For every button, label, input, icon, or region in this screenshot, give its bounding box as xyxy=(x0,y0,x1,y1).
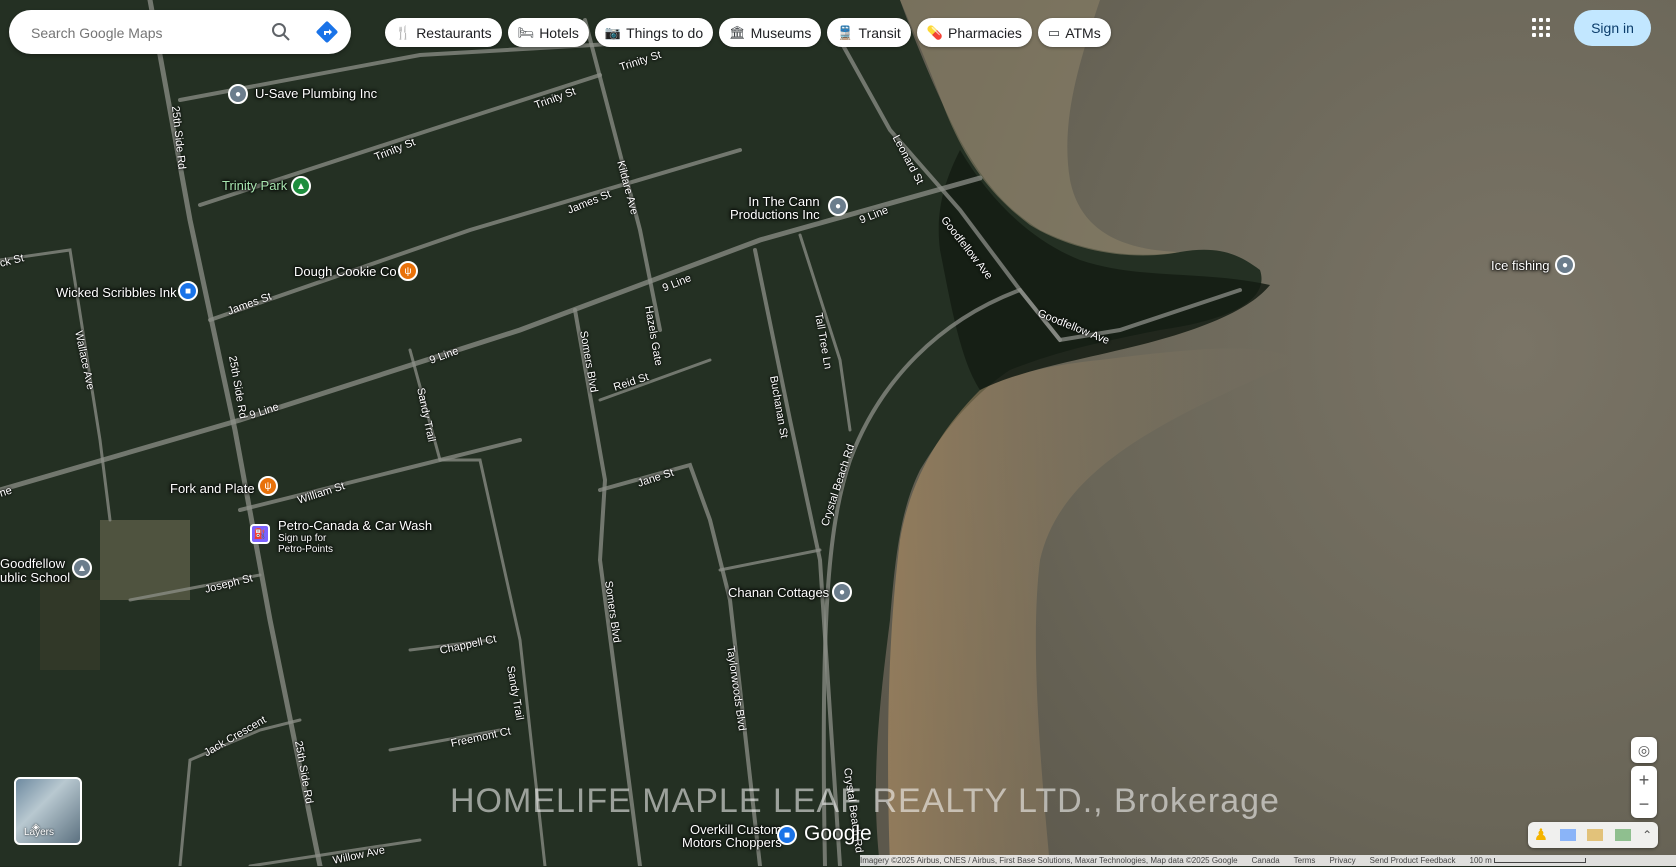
place-label[interactable]: Goodfellow ublic School xyxy=(0,557,70,585)
place-label[interactable]: In The Cann Productions Inc xyxy=(730,195,820,221)
chip-label: Restaurants xyxy=(416,24,492,41)
pharmacy-icon: 💊 xyxy=(926,24,943,40)
sign-in-button[interactable]: Sign in xyxy=(1574,10,1651,46)
zoom-in-button[interactable]: + xyxy=(1639,768,1650,792)
restaurant-icon: 🍴 xyxy=(395,24,412,40)
search-box[interactable] xyxy=(9,10,351,56)
search-input[interactable] xyxy=(29,10,263,56)
layers-icon: ◈ xyxy=(32,822,40,833)
clearing xyxy=(40,580,100,670)
place-label[interactable]: Overkill Custom Motors Choppers xyxy=(682,823,782,849)
place-label[interactable]: Fork and Plate xyxy=(170,481,255,496)
place-sublabel: Sign up for Petro-Points xyxy=(278,533,334,555)
google-logo: Google xyxy=(804,822,872,845)
chip-label: Things to do xyxy=(626,24,704,41)
privacy-link[interactable]: Privacy xyxy=(1329,856,1355,865)
place-marker-icon[interactable]: ● xyxy=(828,196,848,216)
place-marker-icon[interactable]: ● xyxy=(832,582,852,602)
chip-label: Hotels xyxy=(539,24,579,41)
park-icon[interactable]: ▲ xyxy=(291,176,311,196)
shopping-bag-icon[interactable]: ■ xyxy=(178,281,198,301)
terrain-thumb-icon[interactable] xyxy=(1587,829,1604,841)
chip-things-to-do[interactable]: 📷 Things to do xyxy=(594,18,714,47)
scale-label: 100 m xyxy=(1469,856,1492,865)
chip-atms[interactable]: ▭ ATMs xyxy=(1037,18,1111,47)
place-marker-icon[interactable]: ● xyxy=(228,84,248,104)
feedback-link[interactable]: Send Product Feedback xyxy=(1370,856,1456,865)
layers-label: ◈ Layers xyxy=(24,822,54,838)
chip-label: ATMs xyxy=(1065,24,1101,41)
food-icon[interactable]: ψ xyxy=(258,476,278,496)
country-link[interactable]: Canada xyxy=(1252,856,1280,865)
place-label[interactable]: U-Save Plumbing Inc xyxy=(255,86,377,101)
search-icon[interactable] xyxy=(271,22,291,42)
transit-icon: 🚆 xyxy=(837,24,854,40)
pegman-icon[interactable]: ♟ xyxy=(1534,825,1548,845)
chip-transit[interactable]: 🚆 Transit xyxy=(827,18,911,47)
watermark: HOMELIFE MAPLE LEAF REALTY LTD., Brokera… xyxy=(450,782,1280,820)
map-thumb-icon[interactable] xyxy=(1559,829,1576,841)
place-marker-icon[interactable]: ● xyxy=(1555,255,1575,275)
chip-hotels[interactable]: 🛏 Hotels xyxy=(507,18,589,47)
chip-pharmacies[interactable]: 💊 Pharmacies xyxy=(916,18,1032,47)
place-label[interactable]: Chanan Cottages xyxy=(728,585,829,600)
directions-icon[interactable] xyxy=(315,20,339,44)
gas-station-icon[interactable]: ⛽ xyxy=(250,524,270,544)
place-label[interactable]: Petro-Canada & Car Wash xyxy=(278,518,432,533)
chip-label: Pharmacies xyxy=(947,24,1022,41)
scale-bar[interactable]: 100 m xyxy=(1470,856,1586,865)
attribution-bar: Imagery ©2025 Airbus, CNES / Airbus, Fir… xyxy=(860,855,1676,866)
chip-restaurants[interactable]: 🍴 Restaurants xyxy=(385,18,502,47)
place-label[interactable]: Ice fishing xyxy=(1491,258,1550,273)
scale-line xyxy=(1493,858,1586,864)
chip-museums[interactable]: 🏛 Museums xyxy=(719,18,822,47)
satellite-map[interactable] xyxy=(0,0,1676,866)
satellite-thumb-icon[interactable] xyxy=(1614,829,1631,841)
camera-icon: 📷 xyxy=(604,24,622,40)
shopping-bag-icon[interactable]: ■ xyxy=(777,825,797,845)
school-icon[interactable]: ▲ xyxy=(72,558,92,578)
imagery-strip[interactable]: ♟ ⌃ xyxy=(1528,822,1658,848)
museum-icon: 🏛 xyxy=(729,24,746,40)
chip-label: Museums xyxy=(750,24,812,41)
apps-grid-icon[interactable] xyxy=(1532,18,1552,38)
food-icon[interactable]: ψ xyxy=(398,261,418,281)
chip-label: Transit xyxy=(858,24,901,41)
layers-button[interactable]: ◈ Layers xyxy=(14,777,82,845)
my-location-button[interactable]: ◎ xyxy=(1631,737,1657,763)
place-label[interactable]: Dough Cookie Co xyxy=(294,264,397,279)
place-label[interactable]: Wicked Scribbles Ink xyxy=(56,285,177,300)
imagery-credit: Imagery ©2025 Airbus, CNES / Airbus, Fir… xyxy=(860,856,1238,865)
expand-icon[interactable]: ⌃ xyxy=(1642,828,1652,842)
zoom-control: + − xyxy=(1631,766,1657,818)
place-label[interactable]: Trinity Park xyxy=(222,178,287,193)
atm-icon: ▭ xyxy=(1047,24,1061,40)
category-chips: 🍴 Restaurants 🛏 Hotels 📷 Things to do 🏛 Museums… xyxy=(385,18,1111,47)
zoom-out-button[interactable]: − xyxy=(1639,792,1650,816)
schoolyard xyxy=(100,520,190,600)
hotel-icon: 🛏 xyxy=(517,24,535,40)
terms-link[interactable]: Terms xyxy=(1294,856,1316,865)
